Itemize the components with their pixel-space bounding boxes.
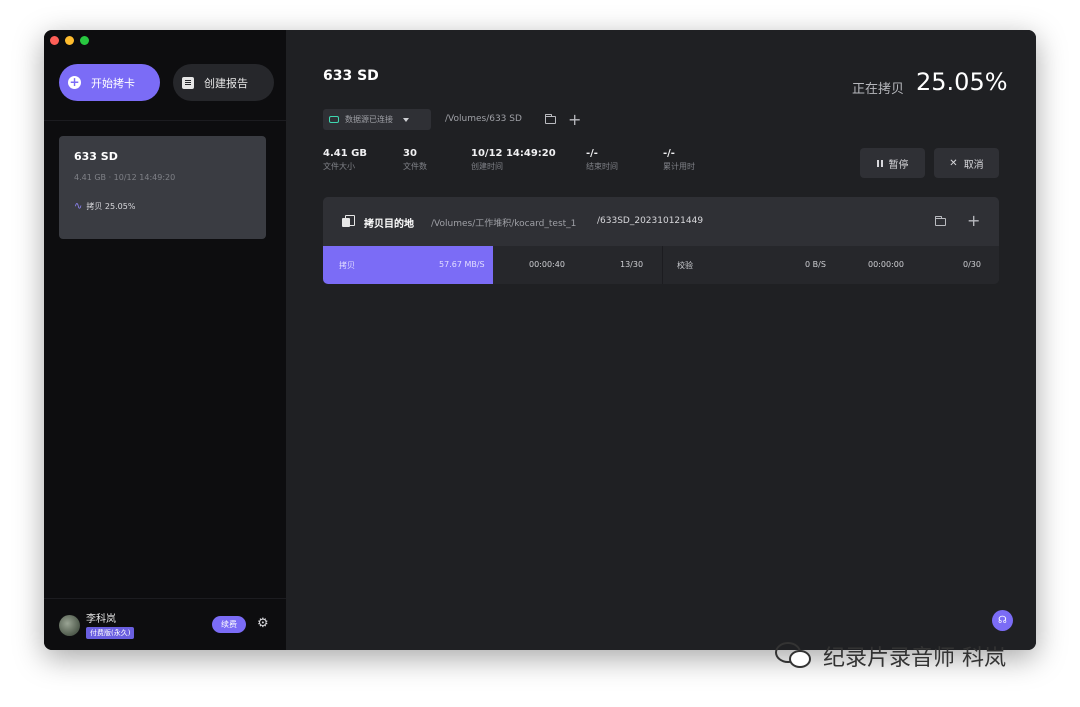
stat-elapsed-time: -/- 累计用时 [663,148,695,172]
destination-label: 拷贝目的地 [364,219,414,230]
close-window-button[interactable] [50,36,59,45]
verify-speed: 0 B/S [805,260,826,269]
document-icon [182,76,194,89]
create-report-button[interactable]: 创建报告 [173,64,274,101]
transfer-row: 拷贝 57.67 MB/S 00:00:40 13/30 校验 0 B/S 00… [323,246,999,284]
zoom-window-button[interactable] [80,36,89,45]
folder-icon[interactable] [545,114,556,124]
stat-label: 累计用时 [663,162,695,171]
source-dropdown[interactable]: 数据源已连接 [323,109,431,130]
copy-elapsed: 00:00:40 [529,260,565,269]
stat-label: 创建时间 [471,162,503,171]
stat-label: 结束时间 [586,162,618,171]
progress-label: 正在拷贝 [852,82,905,97]
add-source-icon[interactable]: + [568,112,581,128]
chevron-down-icon [403,117,409,122]
stat-value: 4.41 GB [323,148,367,159]
stat-file-count: 30 文件数 [403,148,427,172]
sidebar-divider [44,120,286,121]
folder-icon[interactable] [935,216,946,226]
main-panel: 633 SD 正在拷贝 25.05% 数据源已连接 /Volumes/633 S… [286,30,1036,650]
copy-count: 13/30 [620,260,644,269]
verify-elapsed: 00:00:00 [868,260,904,269]
watermark-text: 纪录片录音师 科岚 [823,646,1006,671]
minimize-window-button[interactable] [65,36,74,45]
job-status: ∿ 拷贝 25.05% [74,201,251,212]
copy-icon [342,215,355,227]
cancel-label: 取消 [963,159,984,171]
stat-value: -/- [663,148,675,159]
progress-value: 25.05% [916,68,1008,96]
activity-icon: ∿ [74,201,83,212]
close-icon: ✕ [949,157,958,169]
stat-value: 10/12 14:49:20 [471,148,556,159]
job-card[interactable]: 633 SD 4.41 GB · 10/12 14:49:20 ∿ 拷贝 25.… [59,136,266,239]
watermark: 纪录片录音师 科岚 [775,640,1006,672]
job-meta: 4.41 GB · 10/12 14:49:20 [74,173,176,182]
copy-label: 拷贝 [339,261,355,270]
stat-label: 文件数 [403,162,427,171]
copy-speed: 57.67 MB/S [439,260,485,269]
job-status-text: 拷贝 25.05% [86,202,136,211]
job-title: 633 SD [74,150,118,163]
source-dropdown-label: 数据源已连接 [345,115,393,124]
destination-panel: 拷贝目的地 /Volumes/工作堆积/kocard_test_1 /633SD… [323,197,999,284]
renew-button[interactable]: 续费 [212,616,246,633]
plus-circle-icon: + [68,75,81,89]
plan-badge: 付费版(永久) [86,627,135,639]
destination-path-suffix: /633SD_2023101214­49 [597,216,704,226]
sidebar-bottom-divider [44,598,286,599]
sidebar: + 开始拷卡 创建报告 633 SD 4.41 GB · 10/12 14:49… [44,30,286,650]
destination-header: 拷贝目的地 /Volumes/工作堆积/kocard_test_1 /633SD… [323,197,999,246]
headset-icon[interactable]: ☊ [992,610,1013,631]
user-name: 李科岚 [86,614,116,625]
destination-path-prefix: /Volumes/工作堆积/kocard_test_1 [431,219,577,229]
stat-label: 文件大小 [323,162,355,171]
add-destination-icon[interactable]: + [967,213,980,229]
stat-file-size: 4.41 GB 文件大小 [323,148,367,172]
pause-button[interactable]: 暂停 [860,148,925,178]
drive-icon [329,116,339,123]
verify-label: 校验 [677,261,693,270]
app-window: + 开始拷卡 创建报告 633 SD 4.41 GB · 10/12 14:49… [44,30,1036,650]
source-path: /Volumes/633 SD [445,114,522,124]
wechat-icon [775,640,815,672]
start-copy-label: 开始拷卡 [91,76,135,90]
cancel-button[interactable]: ✕ 取消 [934,148,999,178]
row-divider [662,246,663,284]
page-title: 633 SD [323,68,379,84]
verify-count: 0/30 [963,260,981,269]
pause-icon [876,159,883,167]
start-copy-button[interactable]: + 开始拷卡 [59,64,160,101]
pause-label: 暂停 [888,159,909,171]
stat-value: -/- [586,148,598,159]
stat-created-time: 10/12 14:49:20 创建时间 [471,148,556,172]
stat-end-time: -/- 结束时间 [586,148,618,172]
create-report-label: 创建报告 [204,76,248,90]
gear-icon[interactable]: ⚙ [257,617,270,630]
avatar[interactable] [59,615,80,636]
window-controls [50,36,89,45]
stat-value: 30 [403,148,417,159]
